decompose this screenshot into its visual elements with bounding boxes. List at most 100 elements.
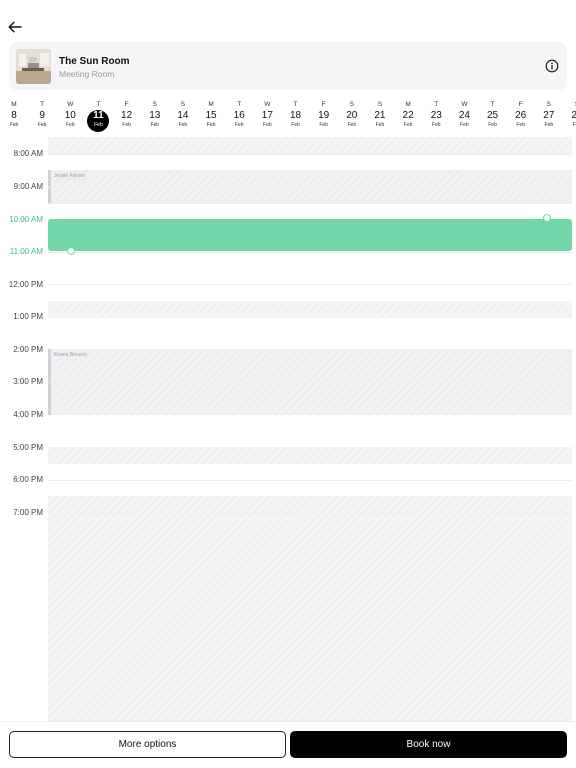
date-cell[interactable]: T 18 Feb	[284, 99, 308, 133]
date-weekday: S	[152, 101, 157, 108]
room-type: Meeting Room	[59, 69, 115, 79]
date-weekday: F	[124, 101, 129, 108]
date-number: 22	[402, 110, 414, 121]
date-weekday: T	[293, 101, 298, 108]
booking-owner: Jessie Farrow	[54, 173, 86, 179]
action-bar: More options Book now	[0, 721, 576, 768]
hour-label: 5:00 PM	[13, 443, 43, 452]
date-weekday: M	[11, 101, 17, 108]
unavailable-slot	[48, 496, 572, 721]
book-now-button[interactable]: Book now	[290, 731, 567, 758]
hour-label: 12:00 PM	[8, 280, 43, 289]
date-cell[interactable]: S 27 Feb	[537, 99, 561, 133]
date-weekday: F	[518, 101, 523, 108]
date-cell[interactable]: T 16 Feb	[227, 99, 251, 133]
date-cell[interactable]: W 10 Feb	[58, 99, 82, 133]
date-cell[interactable]: F 12 Feb	[115, 99, 139, 133]
date-number: 21	[374, 110, 386, 121]
unavailable-slot	[48, 137, 572, 154]
hour-label: 6:00 PM	[13, 475, 43, 484]
date-cell[interactable]: T 11 Feb	[86, 99, 110, 133]
date-number: 19	[318, 110, 330, 121]
date-month: Feb	[431, 122, 441, 128]
timeline[interactable]: Jessie Farrow Emma Benson 8:00 AM 9:00 A…	[0, 137, 576, 721]
info-button[interactable]	[545, 59, 559, 73]
date-cell[interactable]: T 25 Feb	[481, 99, 505, 133]
date-month: Feb	[516, 122, 525, 128]
date-cell[interactable]: S 21 Feb	[368, 99, 392, 133]
more-options-button[interactable]: More options	[9, 731, 286, 758]
date-month: Feb	[347, 122, 357, 128]
date-weekday: T	[490, 101, 495, 108]
date-cell[interactable]: M 8 Feb	[2, 99, 26, 133]
date-weekday: S	[349, 101, 354, 108]
date-cell[interactable]: S 14 Feb	[171, 99, 195, 133]
info-icon	[545, 59, 559, 73]
date-cell[interactable]: W 24 Feb	[452, 99, 476, 133]
date-number: 23	[430, 110, 442, 121]
date-number: 25	[486, 110, 499, 121]
date-month: Feb	[460, 122, 469, 128]
hour-label: 10:00 AM	[9, 215, 43, 224]
date-weekday: T	[434, 101, 439, 108]
date-month: Feb	[9, 122, 19, 128]
date-month: Feb	[263, 122, 272, 128]
date-number: 24	[458, 110, 470, 121]
date-cell[interactable]: F 19 Feb	[312, 99, 336, 133]
selected-time-range[interactable]	[48, 219, 572, 251]
date-weekday: S	[180, 101, 186, 108]
date-month: Feb	[291, 122, 300, 128]
date-number: 10	[64, 110, 76, 121]
booking-owner: Emma Benson	[54, 352, 87, 358]
date-weekday: W	[67, 101, 74, 108]
room-card[interactable]: The Sun Room Meeting Room	[9, 42, 567, 90]
date-number: 15	[205, 110, 217, 121]
end-time-handle[interactable]	[543, 214, 551, 222]
date-cell[interactable]: T 9 Feb	[30, 99, 54, 133]
date-cell[interactable]: S28Feb	[565, 99, 576, 133]
date-weekday: F	[321, 101, 326, 108]
hour-label: 4:00 PM	[13, 410, 43, 419]
date-cell[interactable]: T 23 Feb	[424, 99, 448, 133]
date-number: 11	[93, 110, 104, 121]
hour-label: 1:00 PM	[13, 312, 43, 321]
date-weekday: T	[40, 101, 45, 108]
date-month: Feb	[375, 122, 385, 128]
date-number: 20	[346, 110, 358, 121]
date-weekday: W	[264, 101, 271, 108]
hour-label: 7:00 PM	[13, 508, 43, 517]
date-month: Feb	[572, 122, 576, 128]
date-month: Feb	[319, 122, 328, 128]
date-cell[interactable]: M 15 Feb	[199, 99, 223, 133]
date-strip[interactable]: M 8 Feb T 9 Feb W 10 Feb T 11 Feb F 12 Feb S 13 Feb S 14 Feb…	[0, 99, 576, 133]
date-month: Feb	[94, 122, 103, 128]
back-button[interactable]	[6, 18, 24, 36]
hour-label: 9:00 AM	[13, 182, 43, 191]
date-weekday: M	[405, 101, 411, 108]
date-weekday: W	[461, 101, 468, 108]
date-weekday: S	[377, 101, 383, 108]
date-number: 28	[571, 110, 576, 121]
start-time-handle[interactable]	[67, 247, 75, 255]
date-month: Feb	[150, 122, 160, 128]
date-weekday: M	[208, 101, 214, 108]
date-number: 13	[149, 110, 161, 121]
date-cell[interactable]: S 13 Feb	[143, 99, 167, 133]
date-number: 14	[177, 110, 189, 121]
date-number: 8	[11, 110, 17, 121]
hour-label: 3:00 PM	[13, 377, 43, 386]
date-month: Feb	[234, 122, 244, 128]
date-number: 17	[261, 110, 273, 121]
unavailable-slot	[48, 301, 572, 318]
date-cell[interactable]: F 26 Feb	[509, 99, 533, 133]
room-thumbnail	[16, 49, 51, 84]
date-weekday: T	[237, 101, 242, 108]
date-cell[interactable]: S 20 Feb	[340, 99, 364, 133]
date-month: Feb	[206, 122, 216, 128]
date-month: Feb	[544, 122, 554, 128]
date-month: Feb	[488, 122, 497, 128]
date-cell[interactable]: M 22 Feb	[396, 99, 420, 133]
date-month: Feb	[122, 122, 131, 128]
date-cell[interactable]: W 17 Feb	[255, 99, 279, 133]
date-month: Feb	[65, 122, 75, 128]
